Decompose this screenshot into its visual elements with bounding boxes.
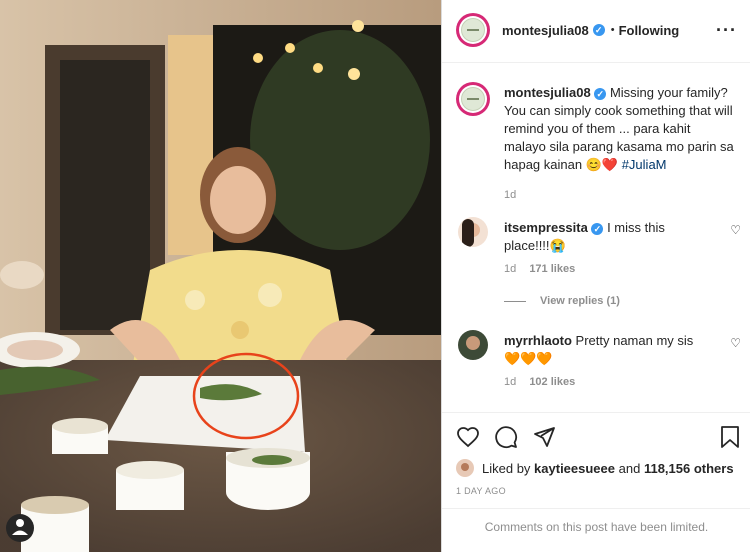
replies-divider [504, 300, 526, 302]
liked-by-row: Liked by kaytieesueee and 118,156 others [456, 458, 741, 478]
comment-item: itsempressita ✓ I miss this place!!!!😭 ♡… [456, 215, 741, 315]
caption-username[interactable]: montesjulia08 [504, 85, 591, 100]
comment-likes[interactable]: 171 likes [529, 263, 575, 275]
post-header: montesjulia08 ✓ • Following ··· [456, 13, 737, 47]
post-date: 1 DAY AGO [456, 486, 506, 496]
commenter-username[interactable]: myrrhlaoto [504, 333, 572, 348]
share-paper-plane-icon[interactable] [532, 425, 556, 449]
caption-emojis: 😊❤️ [585, 157, 619, 172]
liked-by-user[interactable]: kaytieesueee [534, 461, 615, 476]
footer-divider [442, 508, 750, 509]
post-side-panel: montesjulia08 ✓ • Following ··· montesju… [441, 0, 750, 552]
caption-avatar[interactable] [456, 82, 490, 116]
liked-by-prefix: Liked by [482, 460, 531, 476]
comment-likes[interactable]: 102 likes [529, 376, 575, 388]
verified-badge-icon: ✓ [591, 222, 604, 235]
commenter-username[interactable]: itsempressita [504, 220, 588, 235]
comment-time: 1d [504, 376, 517, 388]
more-horizontal-icon[interactable]: ··· [716, 20, 737, 41]
user-tag-icon[interactable] [6, 514, 34, 542]
save-bookmark-icon[interactable] [719, 425, 741, 449]
like-heart-icon[interactable] [456, 425, 480, 449]
comment-emojis: 🧡🧡🧡 [504, 351, 553, 366]
following-button[interactable]: Following [619, 23, 680, 38]
comments-limited-notice: Comments on this post have been limited. [484, 520, 709, 534]
comment-bubble-icon[interactable] [494, 425, 518, 449]
comment-text: Pretty naman my sis [575, 333, 694, 348]
author-username[interactable]: montesjulia08 [502, 23, 589, 38]
header-divider [442, 62, 750, 63]
caption-time: 1d [504, 189, 517, 201]
photo-illustration [0, 0, 441, 552]
view-replies-button[interactable]: View replies (1) [540, 295, 620, 307]
liked-by-and: and [618, 460, 641, 476]
post-photo[interactable] [0, 0, 441, 552]
verified-badge-icon: ✓ [594, 87, 607, 100]
comment-like-heart-icon[interactable]: ♡ [730, 223, 741, 237]
verified-badge-icon: ✓ [592, 24, 605, 36]
comment-item: myrrhlaoto Pretty naman my sis 🧡🧡🧡 ♡ 1d … [456, 328, 741, 398]
header-separator: • [610, 24, 615, 36]
liker-avatar[interactable] [456, 459, 474, 477]
commenter-avatar[interactable] [458, 217, 488, 247]
caption-hashtag[interactable]: #JuliaM [622, 157, 667, 172]
author-avatar[interactable] [456, 13, 490, 47]
liked-by-count[interactable]: 118,156 others [644, 461, 734, 476]
action-bar [456, 424, 741, 452]
actions-divider [442, 412, 750, 413]
comment-time: 1d [504, 263, 517, 275]
commenter-avatar[interactable] [458, 330, 488, 360]
comment-like-heart-icon[interactable]: ♡ [730, 336, 741, 350]
